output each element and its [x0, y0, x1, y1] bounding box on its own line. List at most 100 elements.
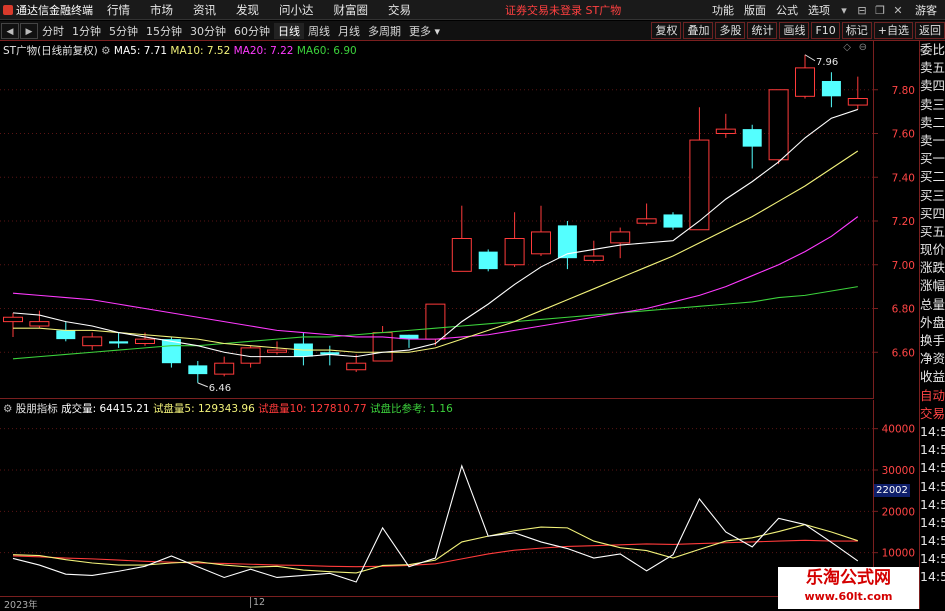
time-axis: 2023年 12	[0, 596, 874, 611]
period-monthly[interactable]: 月线	[334, 23, 364, 39]
main-legend: ST广物(日线前复权) ⚙ MA5: 7.71 MA10: 7.52 MA20:…	[3, 43, 357, 58]
candle-body-up	[715, 128, 736, 134]
side-panel-item: 卖一	[920, 132, 945, 148]
nav-right-icon[interactable]: ▶	[20, 22, 38, 39]
menu-news[interactable]: 资讯	[183, 2, 226, 18]
candle-body-up	[135, 338, 155, 344]
site-watermark: 乐淘公式网 www.60lt.com	[778, 567, 919, 609]
period-5min[interactable]: 5分钟	[105, 23, 142, 39]
side-panel-item: 14:56	[920, 442, 945, 458]
period-30min[interactable]: 30分钟	[186, 23, 230, 39]
period-15min[interactable]: 15分钟	[142, 23, 186, 39]
tool-back-button[interactable]: 返回	[915, 22, 945, 39]
period-multi[interactable]: 多周期	[364, 23, 405, 39]
tool-add-watchlist-button[interactable]: +自选	[873, 22, 913, 39]
candle-body-up	[689, 139, 710, 231]
watermark-title: 乐淘公式网	[806, 568, 891, 588]
user-guest[interactable]: 游客	[907, 2, 945, 18]
volume-indicator-chart[interactable]	[0, 400, 874, 596]
side-panel-item: 14:56	[920, 478, 945, 494]
watermark-url: www.60lt.com	[804, 590, 893, 603]
menu-trade[interactable]: 交易	[378, 2, 421, 18]
menu-options[interactable]: 选项	[803, 2, 835, 18]
indicator-panel[interactable]	[0, 400, 874, 596]
nav-left-icon[interactable]: ◀	[1, 22, 19, 39]
tool-f10-button[interactable]: F10	[811, 22, 840, 39]
side-panel-item: 现价	[920, 242, 945, 258]
volume-tick-label: 40000	[882, 424, 915, 436]
ma20-label: MA20: 7.22	[233, 45, 294, 57]
app-logo: 通达信金融终端	[3, 2, 93, 18]
tool-overlay-button[interactable]: 叠加	[683, 22, 714, 39]
login-status: 证券交易未登录 ST广物	[505, 3, 622, 17]
chevron-down-icon: ▾	[431, 24, 441, 38]
menu-wealth-circle[interactable]: 财富圈	[324, 2, 379, 18]
side-panel-item: 涨跌	[920, 260, 945, 276]
period-1min[interactable]: 1分钟	[68, 23, 105, 39]
tool-adjust-button[interactable]: 复权	[651, 22, 682, 39]
tool-stats-button[interactable]: 统计	[747, 22, 778, 39]
dropdown-icon[interactable]: ▾	[835, 4, 853, 17]
period-weekly[interactable]: 周线	[304, 23, 334, 39]
tool-mark-button[interactable]: 标记	[841, 22, 872, 39]
quote-side-panel: 委比 卖五 卖四 卖三 卖二 卖一 买一 买二 买三 买四 买五 现价 涨跌 涨幅 总量 外盘 换手 净资 收益 自动…	[919, 41, 945, 609]
candle-body-down	[188, 365, 208, 375]
indicator-name[interactable]: 股朋指标	[16, 403, 58, 415]
candle-body-up	[346, 362, 367, 371]
price-axis: 7.80 7.60 7.40 7.20 7.00 6.80 6.60	[874, 41, 919, 399]
low-annotation: 6.46	[209, 383, 231, 394]
menu-market-quotes[interactable]: 行情	[97, 2, 140, 18]
indicator-legend: ⚙ 股朋指标 成交量: 64415.21 试盘量5: 129343.96 试盘量…	[3, 401, 453, 416]
side-panel-item: 买一	[920, 151, 945, 167]
side-panel-item: 卖四	[920, 78, 945, 94]
period-intraday[interactable]: 分时	[38, 23, 68, 39]
candle-body-up	[636, 218, 657, 224]
minimize-icon[interactable]: ⊟	[853, 4, 871, 17]
side-panel-item[interactable]: 自动	[920, 387, 945, 405]
candle-body-down	[742, 129, 762, 147]
menu-function[interactable]: 功能	[707, 2, 739, 18]
side-panel-item: 买四	[920, 205, 945, 221]
side-panel-item: 净资	[920, 351, 945, 367]
high-pointer	[804, 54, 816, 62]
collapse-icon[interactable]: ⊖	[859, 42, 867, 53]
diamond-icon[interactable]: ◇	[843, 42, 851, 53]
candle-body-down	[478, 251, 498, 270]
period-more[interactable]: 更多 ▾	[405, 23, 444, 39]
price-tick-label: 7.80	[892, 85, 915, 97]
menu-ask-xiaoda[interactable]: 问小达	[269, 2, 324, 18]
side-panel-item: 委比	[920, 42, 945, 57]
side-panel-item: 交易	[920, 405, 945, 421]
menu-discover[interactable]: 发现	[226, 2, 269, 18]
trial5-line	[12, 523, 858, 574]
trial5-label: 试盘量5: 129343.96	[152, 403, 255, 415]
candle-body-up	[610, 231, 631, 244]
tool-draw-button[interactable]: 画线	[779, 22, 810, 39]
ratio-label: 试盘比参考: 1.16	[370, 403, 453, 415]
high-annotation: 7.96	[816, 57, 838, 68]
period-60min[interactable]: 60分钟	[230, 23, 274, 39]
low-pointer	[197, 382, 208, 388]
ma10-label: MA10: 7.52	[170, 45, 231, 57]
menu-layout[interactable]: 版面	[739, 2, 771, 18]
period-daily[interactable]: 日线	[274, 22, 304, 39]
volume-tick-label: 10000	[882, 548, 915, 560]
side-panel-item: 14:56	[920, 569, 945, 585]
side-panel-item: 换手	[920, 333, 945, 348]
price-tick-label: 7.20	[892, 216, 915, 228]
volume-label: 成交量: 64415.21	[61, 403, 150, 415]
close-icon[interactable]: ✕	[889, 4, 907, 17]
menu-market[interactable]: 市场	[140, 2, 183, 18]
menu-formula[interactable]: 公式	[771, 2, 803, 18]
candle-body-up	[29, 321, 50, 327]
candle-body-up	[82, 336, 103, 347]
tool-multi-stock-button[interactable]: 多股	[715, 22, 746, 39]
candlestick-chart[interactable]: 7.96 6.46	[0, 41, 874, 399]
main-chart-panel[interactable]: 7.96 6.46 ST广物(日线前复权) ⚙ MA5: 7.71 MA10: 7…	[0, 41, 874, 399]
candle-body-up	[768, 89, 789, 161]
side-panel-item: 总量	[920, 296, 945, 312]
settings-icon[interactable]: ⚙	[101, 45, 114, 57]
side-panel-item: 14:56	[920, 533, 945, 549]
indicator-settings-icon[interactable]: ⚙	[3, 403, 16, 415]
restore-icon[interactable]: ❐	[871, 4, 889, 17]
